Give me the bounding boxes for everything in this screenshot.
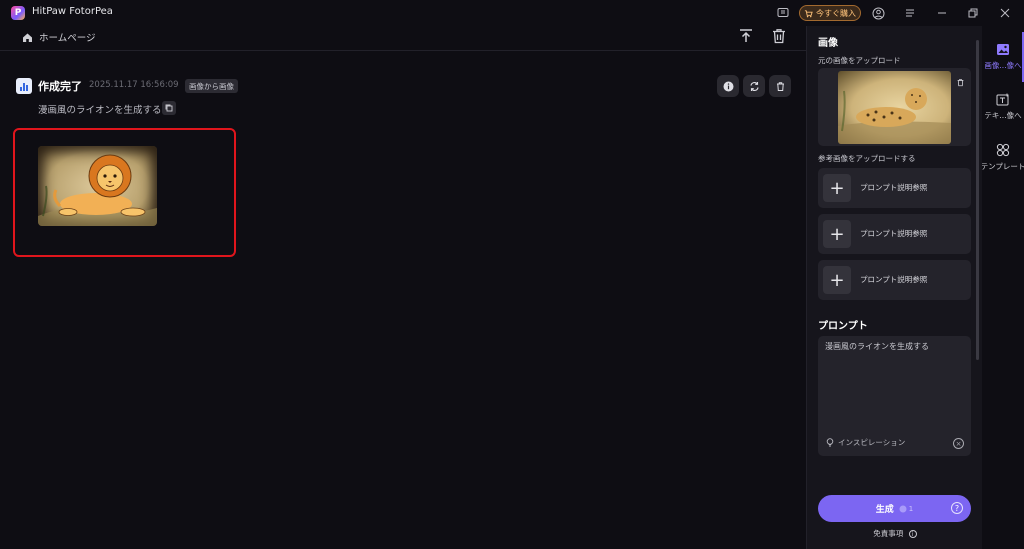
reference-label: プロンプト説明参照 (860, 275, 928, 284)
result-timestamp: 2025.11.17 16:56:09 (89, 80, 179, 90)
home-breadcrumb[interactable]: ホームページ (22, 30, 96, 44)
coin-icon (899, 505, 907, 512)
plus-icon: + (823, 266, 851, 294)
lightbulb-icon (826, 438, 834, 447)
info-small-icon: i (908, 530, 917, 538)
tab-image-to-image[interactable]: 画像...像へ (982, 32, 1024, 82)
app-title: HitPaw FotorPea (32, 6, 113, 17)
generated-lion-image[interactable] (38, 146, 157, 226)
upload-original-label: 元の画像をアップロード (818, 56, 901, 65)
prompt-section-title: プロンプト (818, 321, 868, 332)
result-status-icon (16, 78, 32, 94)
disclaimer-link[interactable]: 免責事項 i (807, 528, 983, 539)
refresh-icon (749, 81, 759, 91)
delete-icon (776, 81, 784, 91)
close-icon[interactable] (997, 5, 1013, 21)
disclaimer-label: 免責事項 (873, 529, 904, 538)
reference-upload-2[interactable]: + プロンプト説明参照 (818, 214, 971, 254)
inspiration-label: インスピレーション (838, 438, 906, 447)
upload-reference-label: 参考画像をアップロードする (818, 154, 916, 163)
text-image-icon (996, 93, 1009, 106)
plus-icon: + (823, 174, 851, 202)
generate-label: 生成 (875, 505, 894, 515)
settings-panel: 画像 元の画像をアップロード 参考画像をアップロードする + プロンプト説明参照 (806, 26, 982, 549)
export-icon[interactable] (737, 27, 755, 45)
buy-now-label: 今すぐ購入 (816, 8, 856, 18)
clear-prompt-icon[interactable]: × (953, 438, 964, 449)
restore-icon[interactable] (965, 5, 981, 21)
account-icon[interactable] (870, 5, 886, 21)
original-image-upload[interactable] (818, 68, 971, 146)
minimize-icon[interactable] (934, 5, 950, 21)
menu-icon[interactable] (902, 5, 918, 21)
home-icon (23, 33, 32, 42)
tab-template[interactable]: テンプレート (982, 132, 1024, 182)
delete-result-button[interactable] (769, 75, 791, 97)
reference-label: プロンプト説明参照 (860, 229, 928, 238)
header-divider (0, 50, 806, 51)
home-label: ホームページ (39, 33, 96, 44)
credit-cost-value: 1 (908, 504, 914, 513)
plus-icon: + (823, 220, 851, 248)
result-prompt-text: 漫画風のライオンを生成する (38, 105, 162, 116)
inspiration-button[interactable]: インスピレーション (826, 437, 905, 448)
image-icon (997, 44, 1009, 55)
mode-badge: 画像から画像 (185, 79, 238, 93)
info-button[interactable] (717, 75, 739, 97)
title-bar: P HitPaw FotorPea 今すぐ購入 (0, 0, 1024, 26)
copy-prompt-button[interactable] (162, 101, 176, 115)
tab-label: 画像...像へ (984, 61, 1022, 70)
trash-icon[interactable] (770, 27, 788, 45)
prompt-text: 漫画風のライオンを生成する (825, 342, 929, 351)
help-icon[interactable]: ? (951, 502, 963, 514)
side-tab-bar: 画像...像へ テキ...像へ テンプレート (982, 26, 1024, 549)
tab-label: テキ...像へ (984, 111, 1022, 120)
template-icon (996, 143, 1010, 156)
reference-label: プロンプト説明参照 (860, 183, 928, 192)
image-section-title: 画像 (818, 38, 838, 49)
tab-text-to-image[interactable]: テキ...像へ (982, 82, 1024, 132)
tab-label: テンプレート (982, 161, 1024, 171)
copy-icon (165, 104, 173, 112)
info-icon (723, 81, 733, 91)
reference-upload-1[interactable]: + プロンプト説明参照 (818, 168, 971, 208)
feedback-icon[interactable] (775, 5, 791, 21)
regenerate-button[interactable] (743, 75, 765, 97)
credit-cost: 1 (899, 505, 913, 513)
generate-button[interactable]: 生成 1 ? (818, 495, 971, 522)
cart-icon (804, 9, 813, 17)
result-title: 作成完了 (38, 80, 82, 93)
reference-upload-3[interactable]: + プロンプト説明参照 (818, 260, 971, 300)
buy-now-button[interactable]: 今すぐ購入 (799, 5, 861, 21)
panel-scrollbar[interactable] (976, 40, 979, 360)
app-logo-icon: P (11, 6, 25, 20)
remove-upload-icon[interactable] (956, 72, 965, 91)
uploaded-leopard-image (838, 71, 951, 144)
prompt-input[interactable]: 漫画風のライオンを生成する インスピレーション × (818, 336, 971, 456)
